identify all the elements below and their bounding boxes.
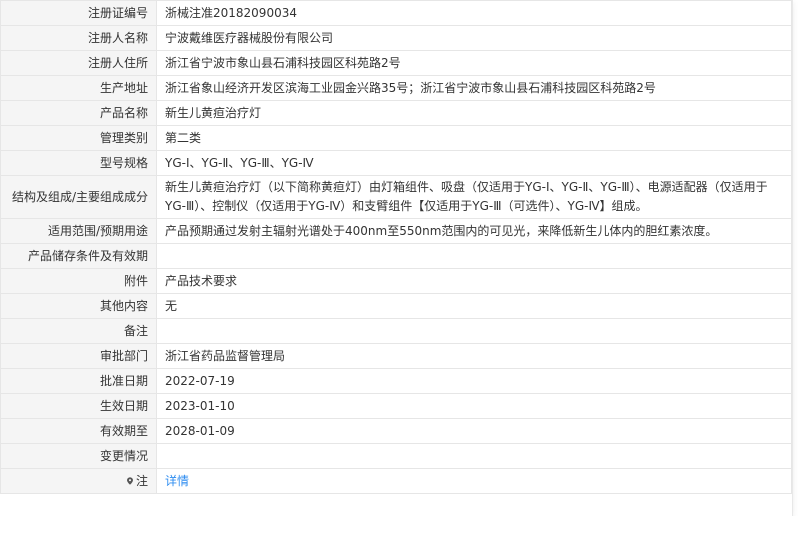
- table-row: 变更情况: [0, 443, 792, 469]
- approval-department: 浙江省药品监督管理局: [156, 343, 792, 369]
- attachments: 产品技术要求: [156, 268, 792, 294]
- field-label: 注册证编号: [0, 0, 157, 26]
- registrant-address: 浙江省宁波市象山县石浦科技园区科苑路2号: [156, 50, 792, 76]
- table-row: 注 详情: [0, 468, 792, 494]
- note-label-cell: 注: [0, 468, 157, 494]
- details-link[interactable]: 详情: [165, 474, 189, 488]
- remarks: [156, 318, 792, 344]
- effective-date: 2023-01-10: [156, 393, 792, 419]
- field-label: 管理类别: [0, 125, 157, 151]
- registration-number: 浙械注准20182090034: [156, 0, 792, 26]
- field-label: 生产地址: [0, 75, 157, 101]
- table-row: 批准日期 2022-07-19: [0, 368, 792, 394]
- table-row: 附件 产品技术要求: [0, 268, 792, 294]
- field-label: 变更情况: [0, 443, 157, 469]
- field-label: 注册人名称: [0, 25, 157, 51]
- change-history: [156, 443, 792, 469]
- note-value-cell: 详情: [156, 468, 792, 494]
- field-label: 结构及组成/主要组成成分: [0, 175, 157, 219]
- table-row: 注册人住所 浙江省宁波市象山县石浦科技园区科苑路2号: [0, 50, 792, 76]
- field-label: 审批部门: [0, 343, 157, 369]
- field-label: 注册人住所: [0, 50, 157, 76]
- field-label: 批准日期: [0, 368, 157, 394]
- table-row: 型号规格 YG-Ⅰ、YG-Ⅱ、YG-Ⅲ、YG-Ⅳ: [0, 150, 792, 176]
- expiry-date: 2028-01-09: [156, 418, 792, 444]
- field-label: 产品名称: [0, 100, 157, 126]
- table-row: 生产地址 浙江省象山经济开发区滨海工业园金兴路35号；浙江省宁波市象山县石浦科技…: [0, 75, 792, 101]
- storage-conditions: [156, 243, 792, 269]
- model-specification: YG-Ⅰ、YG-Ⅱ、YG-Ⅲ、YG-Ⅳ: [156, 150, 792, 176]
- structure-composition: 新生儿黄疸治疗灯（以下简称黄疸灯）由灯箱组件、吸盘（仅适用于YG-Ⅰ、YG-Ⅱ、…: [156, 175, 792, 219]
- note-label: 注: [135, 474, 148, 488]
- page: 注册证编号 浙械注准20182090034 注册人名称 宁波戴维医疗器械股份有限…: [0, 0, 800, 538]
- field-label: 型号规格: [0, 150, 157, 176]
- field-label: 产品储存条件及有效期: [0, 243, 157, 269]
- product-name: 新生儿黄疸治疗灯: [156, 100, 792, 126]
- registration-detail-table: 注册证编号 浙械注准20182090034 注册人名称 宁波戴维医疗器械股份有限…: [0, 0, 792, 494]
- field-label: 其他内容: [0, 293, 157, 319]
- registration-detail-card: 注册证编号 浙械注准20182090034 注册人名称 宁波戴维医疗器械股份有限…: [0, 0, 793, 516]
- field-label: 附件: [0, 268, 157, 294]
- table-row: 生效日期 2023-01-10: [0, 393, 792, 419]
- table-row: 结构及组成/主要组成成分 新生儿黄疸治疗灯（以下简称黄疸灯）由灯箱组件、吸盘（仅…: [0, 175, 792, 219]
- table-row: 其他内容 无: [0, 293, 792, 319]
- approval-date: 2022-07-19: [156, 368, 792, 394]
- field-label: 有效期至: [0, 418, 157, 444]
- page-bottom-spacer: [0, 516, 800, 538]
- production-address: 浙江省象山经济开发区滨海工业园金兴路35号；浙江省宁波市象山县石浦科技园区科苑路…: [156, 75, 792, 101]
- table-row: 适用范围/预期用途 产品预期通过发射主辐射光谱处于400nm至550nm范围内的…: [0, 218, 792, 244]
- table-row: 有效期至 2028-01-09: [0, 418, 792, 444]
- table-row: 审批部门 浙江省药品监督管理局: [0, 343, 792, 369]
- table-row: 管理类别 第二类: [0, 125, 792, 151]
- table-row: 注册证编号 浙械注准20182090034: [0, 0, 792, 26]
- management-category: 第二类: [156, 125, 792, 151]
- table-row: 备注: [0, 318, 792, 344]
- registrant-name: 宁波戴维医疗器械股份有限公司: [156, 25, 792, 51]
- table-row: 注册人名称 宁波戴维医疗器械股份有限公司: [0, 25, 792, 51]
- intended-use: 产品预期通过发射主辐射光谱处于400nm至550nm范围内的可见光，来降低新生儿…: [156, 218, 792, 244]
- field-label: 备注: [0, 318, 157, 344]
- table-row: 产品储存条件及有效期: [0, 243, 792, 269]
- table-row: 产品名称 新生儿黄疸治疗灯: [0, 100, 792, 126]
- field-label: 生效日期: [0, 393, 157, 419]
- other-content: 无: [156, 293, 792, 319]
- field-label: 适用范围/预期用途: [0, 218, 157, 244]
- map-pin-icon: [127, 476, 133, 485]
